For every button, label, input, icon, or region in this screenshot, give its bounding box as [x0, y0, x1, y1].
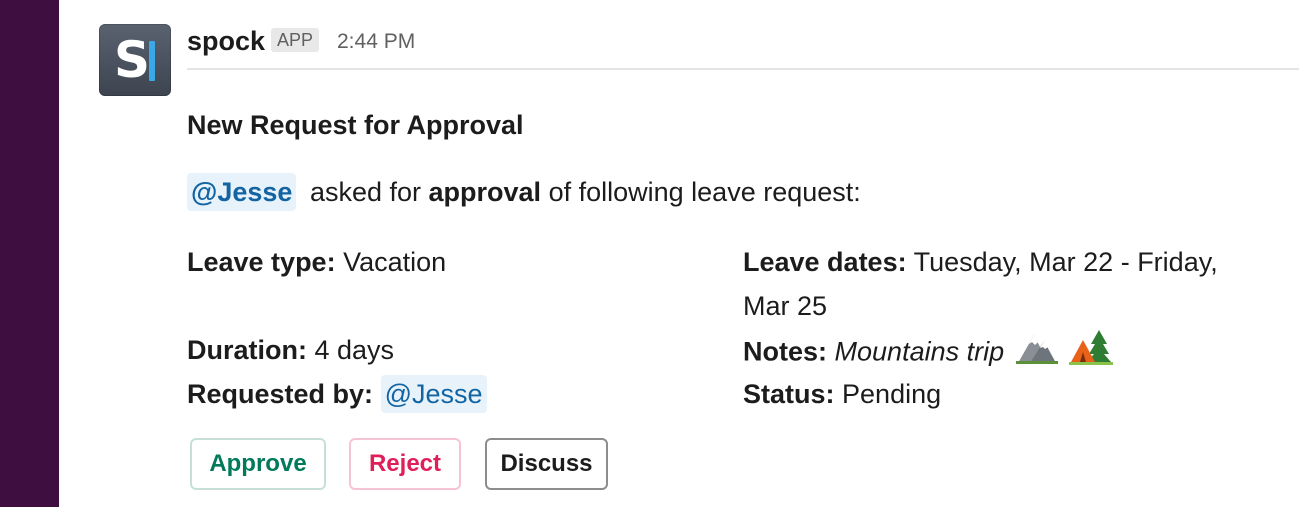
field-label: Leave dates: [743, 247, 907, 277]
discuss-button[interactable]: Discuss [485, 438, 608, 490]
camping-emoji-icon [1069, 328, 1114, 379]
request-intro: @Jesse asked for approval of following l… [187, 172, 861, 212]
field-status: Status: Pending [743, 372, 941, 416]
message-title: New Request for Approval [187, 110, 524, 140]
message-header: spock APP 2:44 PM [187, 22, 1299, 70]
field-label: Duration: [187, 335, 307, 365]
spock-logo-bar [149, 41, 155, 81]
field-leave-type: Leave type: Vacation [187, 240, 446, 284]
intro-text-2: of following leave request: [548, 177, 861, 207]
user-mention[interactable]: @Jesse [380, 375, 487, 413]
mountain-emoji-icon [1015, 329, 1058, 378]
field-value: Mountains trip [834, 336, 1005, 367]
spock-logo-icon: S [114, 31, 151, 89]
field-leave-dates: Leave dates: Tuesday, Mar 22 - Friday, M… [743, 240, 1263, 328]
field-value: Vacation [343, 247, 447, 277]
app-avatar[interactable]: S [99, 24, 171, 96]
field-requested-by: Requested by: @Jesse [187, 372, 487, 416]
field-value: Pending [842, 379, 942, 409]
field-label: Requested by: [187, 379, 374, 409]
app-badge: APP [271, 28, 320, 52]
message: S spock APP 2:44 PM New Request for Appr… [59, 0, 1299, 507]
reject-button[interactable]: Reject [349, 438, 461, 490]
field-label: Status: [743, 379, 835, 409]
field-label: Leave type: [187, 247, 336, 277]
workspace-sidebar [0, 0, 59, 507]
intro-text-1: asked for [309, 177, 421, 207]
approve-button[interactable]: Approve [190, 438, 326, 490]
field-value: 4 days [314, 335, 395, 365]
sender-name[interactable]: spock [187, 26, 265, 57]
user-mention[interactable]: @Jesse [187, 173, 297, 211]
field-label: Notes: [743, 336, 828, 367]
intro-bold: approval [428, 177, 542, 207]
field-duration: Duration: 4 days [187, 328, 394, 372]
message-timestamp[interactable]: 2:44 PM [337, 30, 415, 54]
